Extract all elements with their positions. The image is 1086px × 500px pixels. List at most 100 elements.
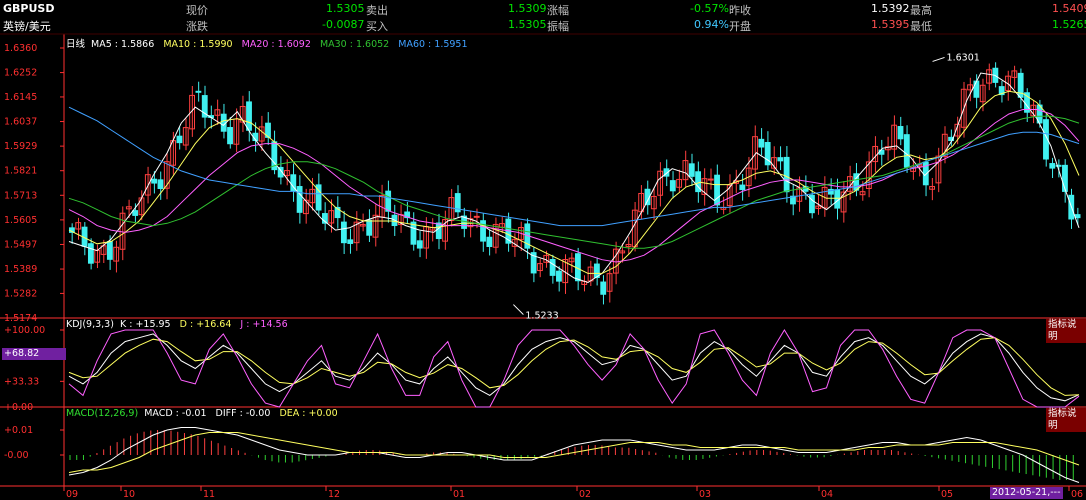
candle-up xyxy=(75,222,82,230)
candle-down xyxy=(410,221,417,245)
candle-up xyxy=(676,178,683,188)
candle-up xyxy=(631,209,638,248)
candle-up xyxy=(954,123,961,137)
candle-up xyxy=(359,224,366,227)
candle-down xyxy=(315,184,322,211)
candle-up xyxy=(119,212,126,250)
candle-down xyxy=(81,226,88,247)
candle-down xyxy=(87,243,94,264)
candle-down xyxy=(106,241,113,260)
candle-up xyxy=(701,178,708,195)
change-value: -0.0087 xyxy=(322,18,365,31)
y-tick-label: 1.6252 xyxy=(4,68,37,79)
candle-down xyxy=(454,193,461,213)
candle-down xyxy=(524,223,531,249)
x-tick-label: 01 xyxy=(453,489,465,500)
candle-up xyxy=(467,218,474,228)
candle-up xyxy=(720,207,727,210)
candle-down xyxy=(480,220,486,242)
candle-up xyxy=(865,161,872,189)
candle-down xyxy=(758,138,765,148)
candle-down xyxy=(695,171,701,193)
candle-down xyxy=(435,222,442,240)
candle-down xyxy=(252,132,259,142)
candle-up xyxy=(587,266,594,282)
open-label: 开盘 xyxy=(729,20,751,33)
low-annotation: 1.5233 xyxy=(525,311,558,322)
candle-up xyxy=(1011,70,1018,78)
macd-y-tick-label: +0.01 xyxy=(4,425,33,436)
candle-up xyxy=(986,69,992,84)
candle-up xyxy=(448,197,455,222)
candle-up xyxy=(138,197,145,216)
kdj-help-button[interactable]: 指标说明 xyxy=(1046,319,1086,343)
candle-up xyxy=(612,248,619,274)
macd-help-button[interactable]: 指标说明 xyxy=(1046,408,1086,432)
candle-down xyxy=(853,173,860,191)
y-tick-label: 1.6145 xyxy=(4,92,37,103)
kdj-cursor-value: +68.82 xyxy=(2,348,66,360)
low-annotation-line xyxy=(513,304,524,315)
candle-down xyxy=(783,156,790,193)
candle-down xyxy=(948,136,954,142)
candle-up xyxy=(846,176,853,192)
x-tick-label: 12 xyxy=(328,489,340,500)
candle-down xyxy=(878,149,885,155)
change-pct-label: 涨幅 xyxy=(547,4,569,17)
change-pct-value: -0.57% xyxy=(690,2,729,15)
macd-y-tick-label: -0.00 xyxy=(4,450,29,461)
candle-up xyxy=(891,124,898,150)
candle-down xyxy=(176,135,183,144)
x-tick-label: 02 xyxy=(579,489,591,500)
candle-up xyxy=(967,84,973,91)
y-tick-label: 1.6037 xyxy=(4,117,37,128)
candle-up xyxy=(815,205,822,209)
candle-up xyxy=(638,192,645,213)
candle-down xyxy=(802,186,809,192)
ask-value: 1.5309 xyxy=(508,2,547,15)
candle-up xyxy=(1005,75,1011,92)
kdj-y-tick-label: +33.33 xyxy=(4,376,39,387)
candle-up xyxy=(752,136,758,170)
candle-down xyxy=(201,95,208,118)
candle-down xyxy=(505,218,512,244)
candle-up xyxy=(562,259,569,284)
candle-down xyxy=(688,163,695,177)
candle-down xyxy=(246,101,252,131)
x-tick-label: 06 xyxy=(1071,489,1083,500)
candle-up xyxy=(929,186,936,190)
candle-up xyxy=(619,250,626,254)
candle-up xyxy=(328,210,335,224)
candle-up xyxy=(733,180,739,184)
candle-down xyxy=(903,134,910,168)
bid-value: 1.5305 xyxy=(508,18,547,31)
candle-down xyxy=(416,240,423,249)
candle-up xyxy=(568,257,575,263)
candle-up xyxy=(1030,104,1037,117)
candle-down xyxy=(1062,164,1068,192)
candle-up xyxy=(309,188,316,204)
candle-up xyxy=(625,243,632,248)
kdj-line-d xyxy=(68,337,1080,396)
candle-up xyxy=(511,238,518,247)
candle-up xyxy=(239,105,246,123)
kdj-y-tick-label: +100.00 xyxy=(4,325,45,336)
macd-line-diff xyxy=(68,427,1080,483)
candle-down xyxy=(271,141,278,171)
ma-line-ma30 xyxy=(68,115,1080,249)
candle-up xyxy=(657,170,664,196)
candle-down xyxy=(922,161,929,186)
candle-down xyxy=(1049,163,1056,169)
ma-line-ma20 xyxy=(68,109,1080,263)
low-label: 最低 xyxy=(910,20,932,33)
candle-up xyxy=(543,254,550,263)
y-tick-label: 1.5929 xyxy=(4,141,37,152)
candle-up xyxy=(189,94,196,130)
candle-up xyxy=(821,186,828,209)
candle-up xyxy=(258,126,265,142)
candle-up xyxy=(960,88,967,128)
candle-down xyxy=(897,126,904,140)
candle-up xyxy=(840,191,847,213)
candle-down xyxy=(486,236,493,247)
ma20-legend: MA20: 1.6092 xyxy=(241,39,311,50)
